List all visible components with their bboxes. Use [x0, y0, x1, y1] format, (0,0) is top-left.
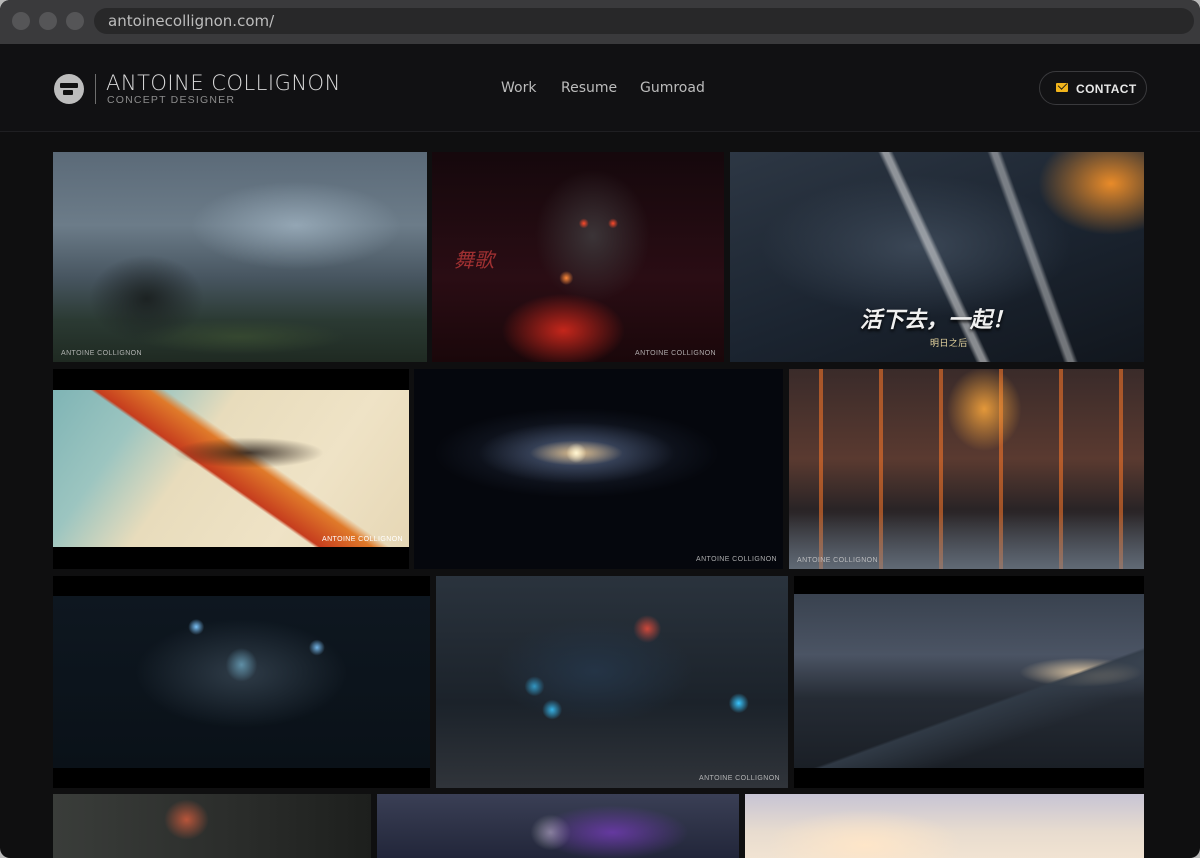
nav-item-work[interactable]: Work	[501, 80, 536, 96]
gallery-tile-desert-ship[interactable]: ANTOINE COLLIGNON	[53, 369, 409, 569]
gallery-tile-server-fight[interactable]: ANTOINE COLLIGNON	[789, 369, 1144, 569]
contact-label: CONTACT	[1076, 82, 1137, 96]
site-header: ANTOINE COLLIGNON CONCEPT DESIGNER Work …	[0, 44, 1200, 132]
nav-item-gumroad[interactable]: Gumroad	[640, 80, 705, 96]
gallery-tile-red-portrait[interactable]: 舞歌 ANTOINE COLLIGNON	[432, 152, 724, 362]
tile-banner-subtitle: 明日之后	[930, 338, 968, 348]
brand-name[interactable]: ANTOINE COLLIGNON	[106, 71, 341, 95]
gallery-tile-graffiti-boy[interactable]	[53, 794, 371, 858]
window-close-button[interactable]	[12, 12, 30, 30]
brand-subtitle: CONCEPT DESIGNER	[107, 94, 236, 106]
nav-item-resume[interactable]: Resume	[561, 80, 617, 96]
gallery-tile-sunset-sky[interactable]	[745, 794, 1144, 858]
gallery-tile-galaxy[interactable]: ANTOINE COLLIGNON	[414, 369, 783, 569]
logo-divider	[95, 74, 96, 104]
gallery-tile-foggy-ruins[interactable]: ANTOINE COLLIGNON	[53, 152, 427, 362]
tile-caption: ANTOINE COLLIGNON	[696, 556, 777, 563]
window-maximize-button[interactable]	[66, 12, 84, 30]
logo-icon[interactable]	[54, 74, 84, 104]
tile-caption: ANTOINE COLLIGNON	[699, 775, 780, 782]
browser-window: antoinecollignon.com/ ANTOINE COLLIGNON …	[0, 0, 1200, 858]
contact-button[interactable]: CONTACT	[1039, 71, 1147, 105]
gallery-tile-tunnel-figure[interactable]	[53, 576, 430, 788]
tile-caption: ANTOINE COLLIGNON	[61, 350, 142, 357]
tile-side-text: 舞歌	[454, 250, 494, 272]
gallery-tile-blue-mech[interactable]: ANTOINE COLLIGNON	[436, 576, 788, 788]
address-bar[interactable]: antoinecollignon.com/	[94, 8, 1194, 34]
mail-icon	[1056, 83, 1068, 92]
tile-caption: ANTOINE COLLIGNON	[797, 557, 878, 564]
gallery-tile-purple-figure[interactable]	[377, 794, 739, 858]
tile-caption: ANTOINE COLLIGNON	[322, 536, 403, 543]
tile-banner-text: 活下去，一起！	[860, 307, 1015, 332]
browser-toolbar: antoinecollignon.com/	[0, 0, 1200, 44]
tile-caption: ANTOINE COLLIGNON	[635, 350, 716, 357]
gallery-tile-survivors-poster[interactable]: 活下去，一起！ 明日之后	[730, 152, 1144, 362]
window-minimize-button[interactable]	[39, 12, 57, 30]
gallery-tile-stormy-city[interactable]	[794, 576, 1144, 788]
